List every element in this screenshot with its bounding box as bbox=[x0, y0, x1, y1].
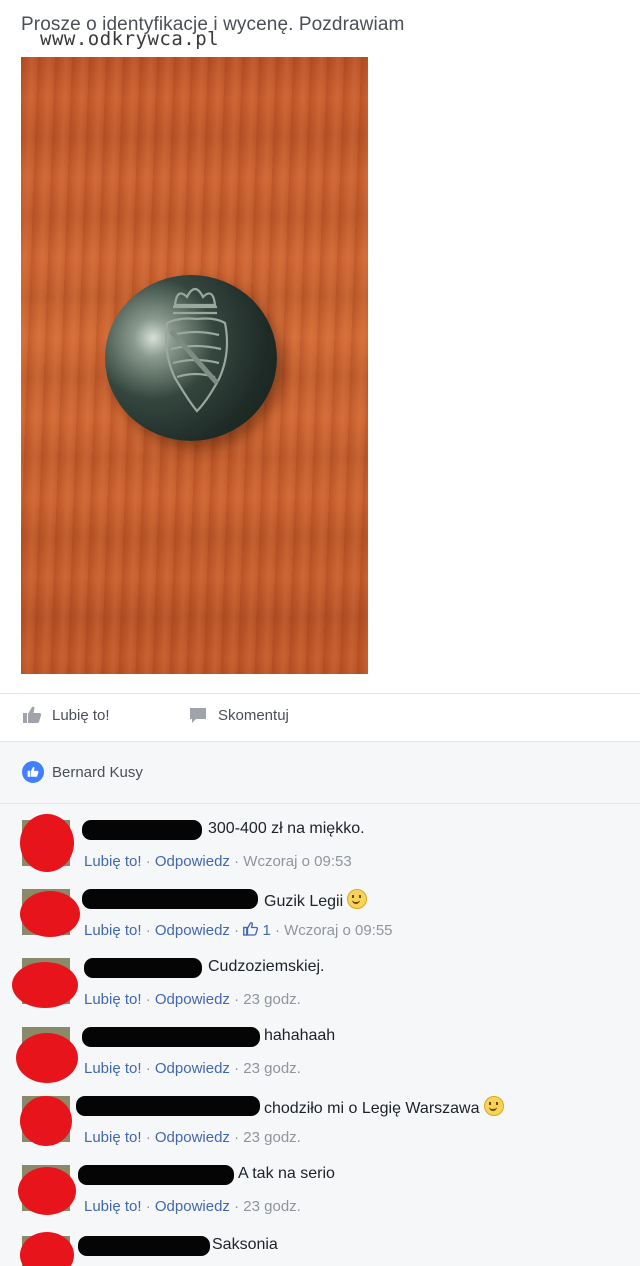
comment-like-link[interactable]: Lubię to! bbox=[84, 853, 142, 870]
comment-text-content: chodziło mi o Legię Warszawa bbox=[264, 1100, 480, 1117]
redaction-mark bbox=[16, 1033, 78, 1083]
comment-time[interactable]: Wczoraj o 09:55 bbox=[284, 922, 392, 939]
comment-text: A tak na serio bbox=[238, 1165, 335, 1182]
comment-label: Skomentuj bbox=[218, 706, 289, 724]
comment-text: chodziło mi o Legię Warszawa bbox=[264, 1096, 504, 1118]
redacted-author-name[interactable] bbox=[82, 889, 258, 909]
comment-button[interactable]: Skomentuj bbox=[188, 706, 289, 724]
comment-time[interactable]: 23 godz. bbox=[243, 1198, 301, 1215]
comment-like-link[interactable]: Lubię to! bbox=[84, 1198, 142, 1215]
comment-like-link[interactable]: Lubię to! bbox=[84, 1129, 142, 1146]
coat-of-arms-icon bbox=[164, 287, 229, 413]
separator: · bbox=[145, 1060, 151, 1077]
separator: · bbox=[145, 1129, 151, 1146]
separator: · bbox=[274, 922, 280, 939]
like-count: 1 bbox=[262, 922, 271, 939]
comment-time[interactable]: Wczoraj o 09:53 bbox=[243, 853, 351, 870]
comment-text: Saksonia bbox=[212, 1236, 278, 1253]
separator: · bbox=[234, 1198, 240, 1215]
redaction-mark bbox=[18, 1167, 76, 1215]
separator: · bbox=[234, 1060, 240, 1077]
watermark: www.odkrywca.pl bbox=[40, 28, 220, 50]
smiley-icon bbox=[347, 889, 368, 909]
liker-name: Bernard Kusy bbox=[52, 763, 143, 781]
comment-reply-link[interactable]: Odpowiedz bbox=[155, 1198, 230, 1215]
comment-reply-link[interactable]: Odpowiedz bbox=[155, 991, 230, 1008]
comment-item: chodziło mi o Legię Warszawa Lubię to! ·… bbox=[0, 1088, 640, 1154]
separator: · bbox=[145, 922, 151, 939]
comment-meta: Lubię to! · Odpowiedz · 23 godz. bbox=[84, 1060, 301, 1077]
redacted-author-name[interactable] bbox=[76, 1096, 260, 1116]
comment-item: hahahaah Lubię to! · Odpowiedz · 23 godz… bbox=[0, 1019, 640, 1085]
redacted-author-name[interactable] bbox=[82, 1027, 260, 1047]
comment-reply-link[interactable]: Odpowiedz bbox=[155, 922, 230, 939]
comment-time[interactable]: 23 godz. bbox=[243, 1060, 301, 1077]
comment-meta: Lubię to! · Odpowiedz · 23 godz. bbox=[84, 1198, 301, 1215]
separator: · bbox=[234, 991, 240, 1008]
divider bbox=[0, 803, 640, 804]
comment-reply-link[interactable]: Odpowiedz bbox=[155, 1060, 230, 1077]
separator: · bbox=[145, 853, 151, 870]
comment-time[interactable]: 23 godz. bbox=[243, 991, 301, 1008]
comment-like-count[interactable]: 1 bbox=[243, 922, 275, 939]
comment-meta: Lubię to! · Odpowiedz · 23 godz. bbox=[84, 991, 301, 1008]
comment-meta: Lubię to! · Odpowiedz · 23 godz. bbox=[84, 1129, 301, 1146]
comment-text: Guzik Legii bbox=[264, 889, 368, 911]
like-badge-icon bbox=[22, 761, 44, 783]
comment-meta: Lubię to! · Odpowiedz · 1 · Wczoraj o 09… bbox=[84, 922, 393, 939]
comment-text: 300-400 zł na miękko. bbox=[208, 820, 365, 837]
smiley-icon bbox=[483, 1096, 504, 1116]
comment-time[interactable]: 23 godz. bbox=[243, 1129, 301, 1146]
like-label: Lubię to! bbox=[52, 706, 110, 724]
comment-like-link[interactable]: Lubię to! bbox=[84, 1060, 142, 1077]
thumbs-up-icon bbox=[243, 922, 259, 936]
separator: · bbox=[234, 1129, 240, 1146]
comment-item: Guzik Legii Lubię to! · Odpowiedz · 1 · … bbox=[0, 881, 640, 947]
thumbs-up-icon bbox=[23, 706, 42, 723]
separator: · bbox=[234, 853, 240, 870]
comment-like-link[interactable]: Lubię to! bbox=[84, 991, 142, 1008]
separator: · bbox=[145, 991, 151, 1008]
redacted-author-name[interactable] bbox=[78, 1165, 234, 1185]
comment-item: Saksonia bbox=[0, 1228, 640, 1266]
comment-item: A tak na serio Lubię to! · Odpowiedz · 2… bbox=[0, 1157, 640, 1223]
redacted-author-name[interactable] bbox=[82, 820, 202, 840]
comment-icon bbox=[190, 708, 206, 723]
separator: · bbox=[234, 922, 240, 939]
redacted-author-name[interactable] bbox=[84, 958, 202, 978]
comment-item: 300-400 zł na miękko. Lubię to! · Odpowi… bbox=[0, 812, 640, 878]
divider bbox=[0, 741, 640, 742]
comment-reply-link[interactable]: Odpowiedz bbox=[155, 1129, 230, 1146]
comment-text: Cudzoziemskiej. bbox=[208, 958, 325, 975]
like-button[interactable]: Lubię to! bbox=[22, 706, 110, 724]
redaction-mark bbox=[20, 814, 74, 872]
likes-summary[interactable]: Bernard Kusy bbox=[22, 761, 143, 783]
divider bbox=[0, 693, 640, 694]
comment-like-link[interactable]: Lubię to! bbox=[84, 922, 142, 939]
redaction-mark bbox=[20, 891, 80, 937]
comment-meta: Lubię to! · Odpowiedz · Wczoraj o 09:53 bbox=[84, 853, 352, 870]
redacted-author-name[interactable] bbox=[78, 1236, 210, 1256]
comment-text-content: Guzik Legii bbox=[264, 893, 344, 910]
redaction-mark bbox=[20, 1096, 72, 1146]
post-photo[interactable] bbox=[21, 57, 368, 674]
redaction-mark bbox=[12, 962, 78, 1008]
comment-item: Cudzoziemskiej. Lubię to! · Odpowiedz · … bbox=[0, 950, 640, 1016]
uniform-button-image bbox=[105, 275, 277, 441]
comment-reply-link[interactable]: Odpowiedz bbox=[155, 853, 230, 870]
post-actions: Lubię to! Skomentuj bbox=[0, 704, 640, 732]
comment-text: hahahaah bbox=[264, 1027, 336, 1044]
separator: · bbox=[145, 1198, 151, 1215]
